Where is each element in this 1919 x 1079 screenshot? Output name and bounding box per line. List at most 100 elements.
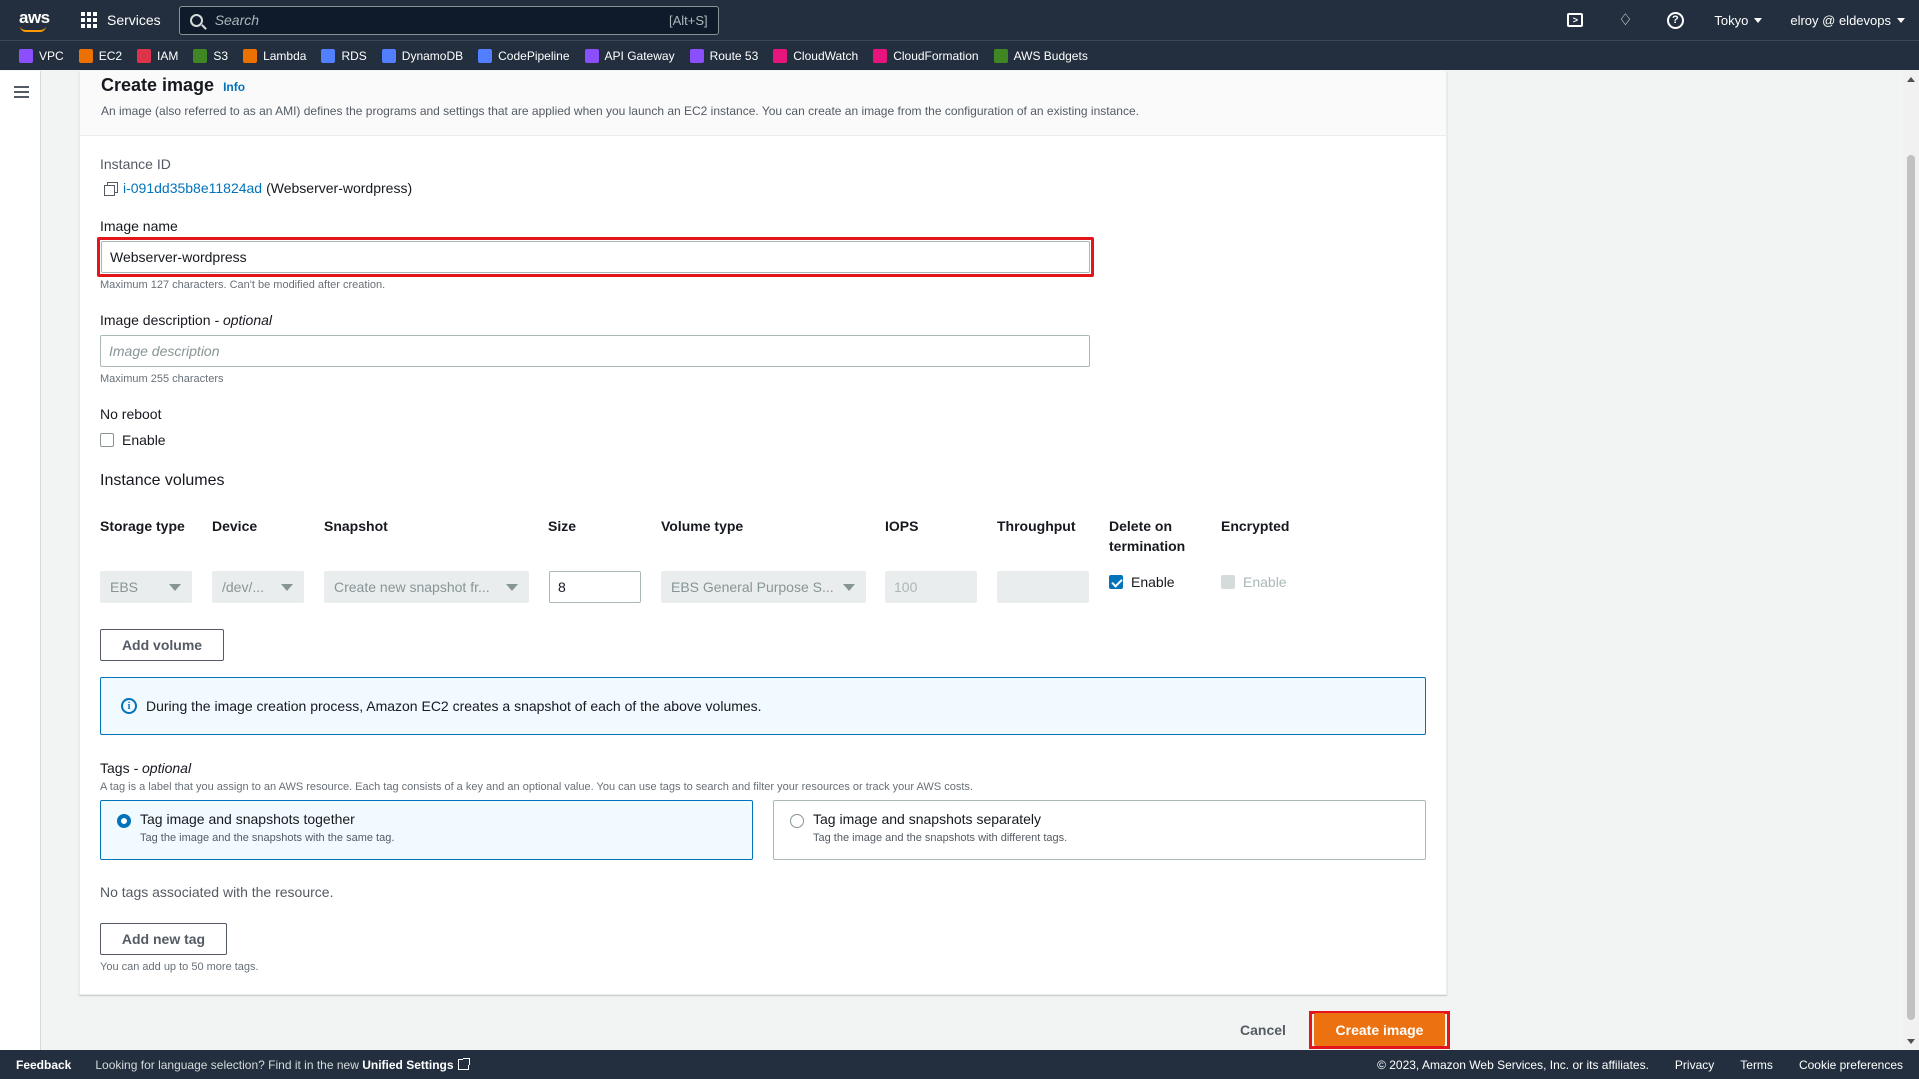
favorite-iam[interactable]: IAM <box>137 48 178 63</box>
favorite-cloudformation[interactable]: CloudFormation <box>873 48 979 63</box>
favorite-label: CloudFormation <box>893 48 979 63</box>
unified-settings-link[interactable]: Unified Settings <box>362 1058 453 1072</box>
optional-label: - optional <box>133 760 192 776</box>
instance-id-label: Instance ID <box>100 156 171 172</box>
grid-icon <box>81 12 97 28</box>
aws-logo-text: aws <box>19 8 50 27</box>
aws-logo[interactable]: aws <box>17 6 51 34</box>
favorite-codepipeline[interactable]: CodePipeline <box>478 48 570 63</box>
scrollbar[interactable] <box>1903 71 1919 1050</box>
cookie-preferences-link[interactable]: Cookie preferences <box>1799 1058 1903 1072</box>
no-reboot-checkbox[interactable] <box>100 433 114 447</box>
snapshot-select[interactable]: Create new snapshot fr... <box>324 571 529 603</box>
top-navigation: aws Services [Alt+S] > ♢ ? Tokyo elroy @… <box>0 0 1919 40</box>
favorite-dynamodb[interactable]: DynamoDB <box>381 48 463 63</box>
create-image-button[interactable]: Create image <box>1314 1013 1445 1046</box>
throughput-input[interactable] <box>997 571 1089 603</box>
tags-description: A tag is a label that you assign to an A… <box>100 781 973 793</box>
help-icon: ? <box>1666 11 1684 29</box>
tag-separately-option[interactable]: Tag image and snapshots separately Tag t… <box>773 800 1426 860</box>
cloudshell-button[interactable]: > <box>1565 10 1585 30</box>
cloudformation-icon <box>873 48 888 63</box>
favorite-vpc[interactable]: VPC <box>19 48 64 63</box>
iops-input[interactable]: 100 <box>885 571 977 603</box>
page-description: An image (also referred to as an AMI) de… <box>101 104 1139 118</box>
favorite-label: API Gateway <box>604 48 675 63</box>
tag-separately-radio[interactable] <box>790 814 804 828</box>
column-size: Size <box>548 518 577 534</box>
info-icon: i <box>121 698 137 714</box>
terms-link[interactable]: Terms <box>1740 1058 1773 1072</box>
column-volume-type: Volume type <box>661 518 744 534</box>
image-description-input[interactable] <box>100 335 1090 367</box>
add-volume-button[interactable]: Add volume <box>100 629 224 661</box>
alert-text: During the image creation process, Amazo… <box>146 698 762 714</box>
feedback-link[interactable]: Feedback <box>16 1058 71 1072</box>
help-button[interactable]: ? <box>1665 10 1685 30</box>
caret-down-icon <box>1897 17 1905 23</box>
favorite-ec2[interactable]: EC2 <box>78 48 122 63</box>
volume-type-value: EBS General Purpose S... <box>671 579 834 595</box>
account-menu[interactable]: elroy @ eldevops <box>1790 13 1905 28</box>
api-gateway-icon <box>584 48 599 63</box>
favorite-aws-budgets[interactable]: AWS Budgets <box>993 48 1088 63</box>
region-selector[interactable]: Tokyo <box>1714 13 1763 28</box>
scroll-thumb[interactable] <box>1907 155 1915 1020</box>
scroll-down-icon[interactable] <box>1907 1039 1915 1044</box>
footer-bar: Feedback Looking for language selection?… <box>0 1050 1919 1079</box>
tag-together-subtitle: Tag the image and the snapshots with the… <box>140 832 395 844</box>
codepipeline-icon <box>478 48 493 63</box>
page-title: Create image Info <box>101 75 1425 96</box>
favorite-s3[interactable]: S3 <box>193 48 228 63</box>
optional-label: - optional <box>214 312 272 328</box>
instance-id-link[interactable]: i-091dd35b8e11824ad <box>123 180 262 196</box>
tag-together-option[interactable]: Tag image and snapshots together Tag the… <box>100 800 753 860</box>
scroll-up-icon[interactable] <box>1907 77 1915 82</box>
column-storage-type: Storage type <box>100 518 185 534</box>
instance-id-value: i-091dd35b8e11824ad (Webserver-wordpress… <box>104 180 412 196</box>
language-notice: Looking for language selection? Find it … <box>95 1057 470 1072</box>
column-encrypted: Encrypted <box>1221 518 1290 534</box>
favorite-route-53[interactable]: Route 53 <box>689 48 758 63</box>
bell-icon: ♢ <box>1618 12 1633 29</box>
no-reboot-label: No reboot <box>100 406 162 422</box>
size-input[interactable] <box>549 571 641 603</box>
image-name-label: Image name <box>100 218 178 234</box>
search-bar[interactable]: [Alt+S] <box>178 5 719 35</box>
cancel-button[interactable]: Cancel <box>1240 1022 1286 1038</box>
menu-icon[interactable] <box>14 86 29 98</box>
device-select[interactable]: /dev/... <box>212 571 304 603</box>
language-notice-text: Looking for language selection? Find it … <box>95 1057 359 1072</box>
search-shortcut: [Alt+S] <box>669 12 708 28</box>
account-label: elroy @ eldevops <box>1790 12 1891 28</box>
vpc-icon <box>19 48 33 63</box>
copy-icon[interactable] <box>104 181 118 196</box>
privacy-link[interactable]: Privacy <box>1675 1058 1714 1072</box>
delete-on-termination-checkbox[interactable] <box>1109 575 1123 589</box>
delete-on-termination-label: Enable <box>1131 574 1175 590</box>
chevron-down-icon <box>506 584 518 591</box>
lambda-icon <box>243 48 258 63</box>
favorite-lambda[interactable]: Lambda <box>243 48 306 63</box>
chevron-down-icon <box>281 584 293 591</box>
encrypted-checkbox[interactable] <box>1221 575 1235 589</box>
volume-type-select[interactable]: EBS General Purpose S... <box>661 571 866 603</box>
image-name-hint: Maximum 127 characters. Can't be modifie… <box>100 279 386 291</box>
favorite-rds[interactable]: RDS <box>321 48 367 63</box>
notifications-button[interactable]: ♢ <box>1615 10 1635 30</box>
favorite-cloudwatch[interactable]: CloudWatch <box>773 48 858 63</box>
add-new-tag-button[interactable]: Add new tag <box>100 923 227 955</box>
storage-type-select[interactable]: EBS <box>100 571 192 603</box>
image-name-input[interactable] <box>101 241 1090 273</box>
favorite-api-gateway[interactable]: API Gateway <box>584 48 675 63</box>
tag-limit-hint: You can add up to 50 more tags. <box>100 961 259 973</box>
instance-volumes-title: Instance volumes <box>100 472 225 489</box>
services-menu[interactable]: Services <box>81 12 161 28</box>
caret-down-icon <box>1754 17 1763 23</box>
info-link[interactable]: Info <box>223 80 245 94</box>
search-input[interactable] <box>214 12 670 28</box>
services-label: Services <box>107 12 161 28</box>
tag-together-radio[interactable] <box>117 814 131 828</box>
storage-type-value: EBS <box>110 579 139 595</box>
snapshot-value: Create new snapshot fr... <box>334 579 490 595</box>
